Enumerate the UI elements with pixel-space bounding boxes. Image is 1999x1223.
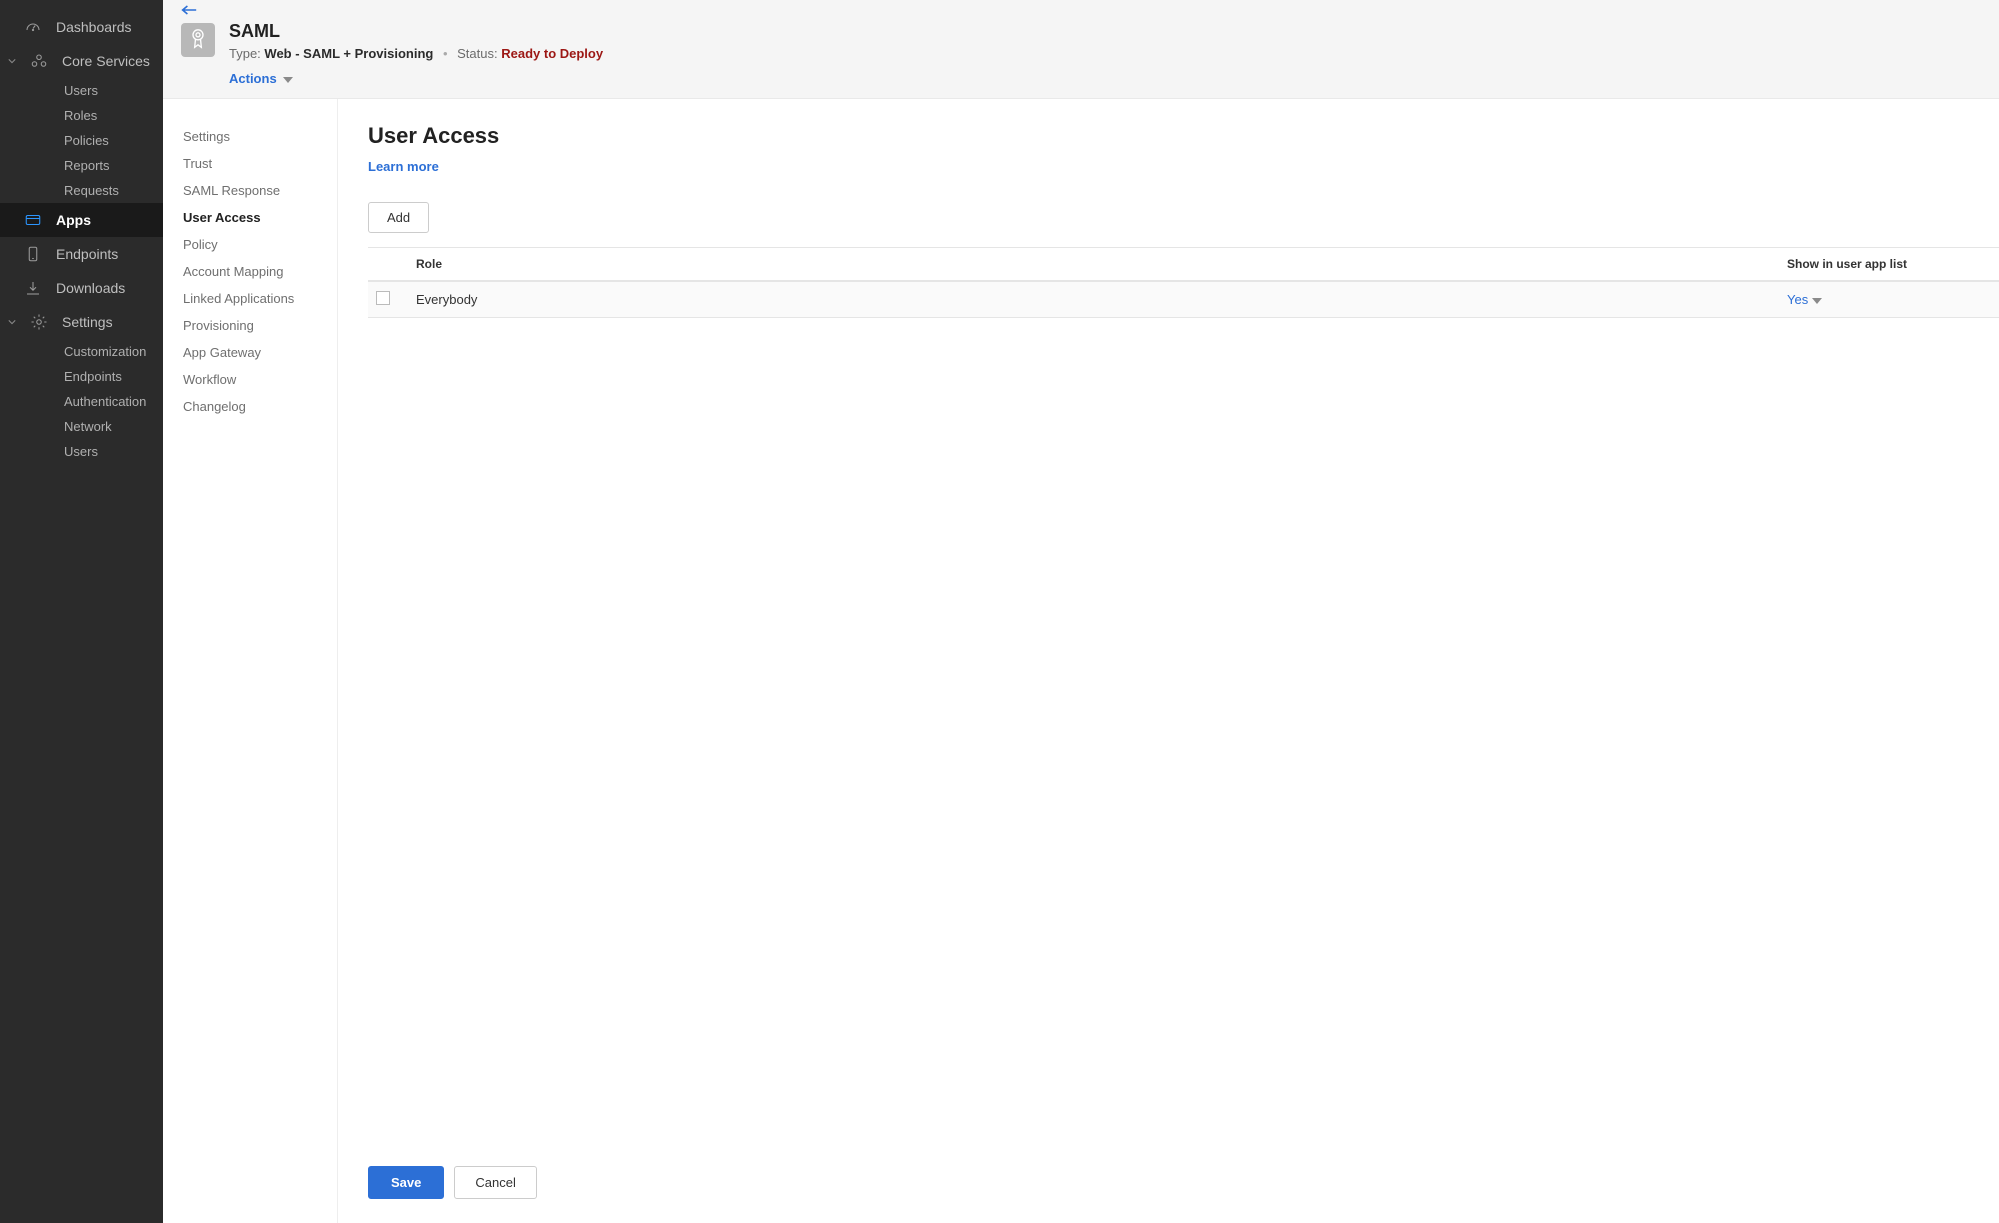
type-label: Type: [229,46,261,61]
tablet-icon [24,245,42,263]
tab-provisioning[interactable]: Provisioning [183,312,327,339]
tab-policy[interactable]: Policy [183,231,327,258]
footer-buttons: Save Cancel [368,1148,1999,1223]
pane-title: User Access [368,123,1999,149]
sidebar-item-dashboards[interactable]: Dashboards [0,10,163,44]
sidebar-sub-users[interactable]: Users [0,78,163,103]
gear-icon [30,313,48,331]
sidebar-item-settings[interactable]: Settings [0,305,163,339]
sidebar-item-core-services[interactable]: Core Services [0,44,163,78]
sidebar-sub-customization[interactable]: Customization [0,339,163,364]
app-meta: Type: Web - SAML + Provisioning • Status… [229,46,603,61]
column-header-role: Role [408,248,1779,280]
tab-settings[interactable]: Settings [183,123,327,150]
back-button[interactable] [181,4,197,19]
show-in-list-dropdown[interactable]: Yes [1787,292,1822,307]
sidebar-item-label: Downloads [56,280,125,296]
separator-dot: • [437,46,454,61]
type-value: Web - SAML + Provisioning [264,46,433,61]
sidebar-item-label: Settings [62,314,113,330]
download-icon [24,279,42,297]
sidebar: Dashboards Core Services Users Roles Pol… [0,0,163,1223]
tab-saml-response[interactable]: SAML Response [183,177,327,204]
content-pane: User Access Learn more Add Role Show in … [337,99,1999,1223]
sidebar-sub-roles[interactable]: Roles [0,103,163,128]
table-row: Everybody Yes [368,282,1999,318]
status-value: Ready to Deploy [501,46,603,61]
sidebar-sub-endpoints[interactable]: Endpoints [0,364,163,389]
sidebar-sub-authentication[interactable]: Authentication [0,389,163,414]
chevron-down-icon [8,318,16,326]
tab-trust[interactable]: Trust [183,150,327,177]
save-button[interactable]: Save [368,1166,444,1199]
app-title: SAML [229,21,603,42]
tab-account-mapping[interactable]: Account Mapping [183,258,327,285]
app-thumb [181,23,215,57]
status-label: Status: [457,46,497,61]
show-value: Yes [1787,292,1808,307]
speedometer-icon [24,18,42,36]
user-access-table: Role Show in user app list Everybody Yes [368,247,1999,318]
cancel-button[interactable]: Cancel [454,1166,536,1199]
chevron-down-icon [1812,292,1822,307]
cell-role: Everybody [408,283,1779,316]
sidebar-sub-requests[interactable]: Requests [0,178,163,203]
actions-label: Actions [229,71,277,86]
sidebar-sub-reports[interactable]: Reports [0,153,163,178]
sidebar-item-label: Endpoints [56,246,118,262]
sidebar-item-label: Core Services [62,53,150,69]
sidebar-sub-users[interactable]: Users [0,439,163,464]
certificate-icon [188,27,208,54]
tab-app-gateway[interactable]: App Gateway [183,339,327,366]
tab-workflow[interactable]: Workflow [183,366,327,393]
actions-dropdown[interactable]: Actions [229,71,603,86]
sidebar-item-apps[interactable]: Apps [0,203,163,237]
table-header-row: Role Show in user app list [368,248,1999,282]
row-checkbox[interactable] [376,291,390,305]
sidebar-item-label: Apps [56,212,91,228]
tab-linked-applications[interactable]: Linked Applications [183,285,327,312]
sidebar-item-label: Dashboards [56,19,132,35]
page-header: SAML Type: Web - SAML + Provisioning • S… [163,0,1999,99]
cluster-icon [30,52,48,70]
window-icon [24,211,42,229]
chevron-down-icon [283,71,293,86]
column-header-show: Show in user app list [1779,248,1999,280]
sidebar-item-downloads[interactable]: Downloads [0,271,163,305]
main: SAML Type: Web - SAML + Provisioning • S… [163,0,1999,1223]
add-button[interactable]: Add [368,202,429,233]
learn-more-link[interactable]: Learn more [368,159,1999,174]
tab-changelog[interactable]: Changelog [183,393,327,420]
sidebar-item-endpoints[interactable]: Endpoints [0,237,163,271]
sidebar-sub-policies[interactable]: Policies [0,128,163,153]
tab-user-access[interactable]: User Access [183,204,327,231]
tabs-column: Settings Trust SAML Response User Access… [163,99,338,1223]
sidebar-sub-network[interactable]: Network [0,414,163,439]
chevron-down-icon [8,57,16,65]
